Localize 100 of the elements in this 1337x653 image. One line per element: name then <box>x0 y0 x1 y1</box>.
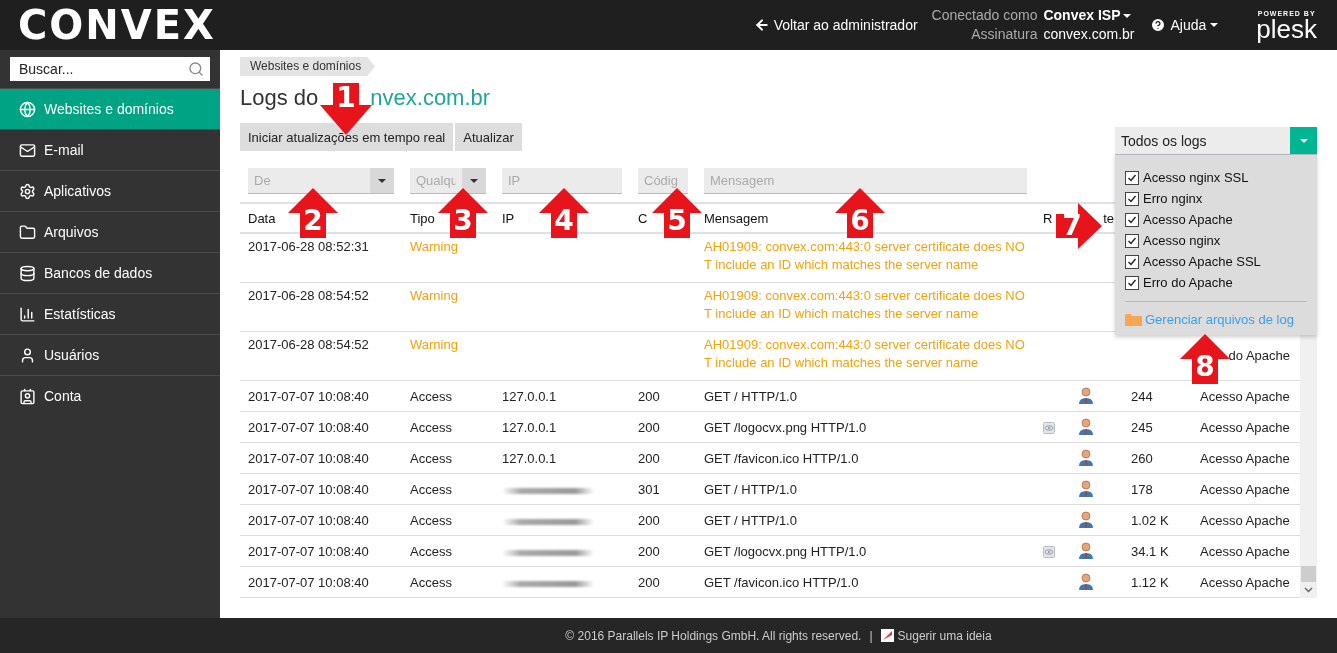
sidebar-item[interactable]: Conta <box>0 375 220 416</box>
help-menu[interactable]: Ajuda <box>1150 17 1219 33</box>
table-cell: Warning <box>410 287 458 305</box>
checkbox[interactable] <box>1125 233 1139 248</box>
table-cell: AH01909: convex.com:443:0 server certificate does NO T include an ID which matches the server name <box>704 336 1025 372</box>
table-cell: Acesso Apache <box>1200 388 1290 406</box>
table-cell: 200 <box>638 574 660 592</box>
column-header[interactable]: Mensagem <box>704 210 769 226</box>
annotation-arrow <box>539 188 589 238</box>
sidebar-item[interactable]: Estatísticas <box>0 293 220 334</box>
connected-label: Conectado como <box>931 6 1038 25</box>
eye-icon[interactable] <box>1043 422 1055 434</box>
table-cell: 178 <box>1131 481 1153 499</box>
contact-card-icon <box>19 387 36 405</box>
checkbox[interactable] <box>1125 275 1139 290</box>
table-cell: 200 <box>638 388 660 406</box>
table-cell: GET /logocvx.png HTTP/1.0 <box>704 419 867 437</box>
table-cell: 2017-07-07 10:08:40 <box>248 450 369 468</box>
log-select[interactable]: Todos os logs <box>1115 127 1317 155</box>
annotation-arrow <box>652 188 702 238</box>
table-cell: 200 <box>638 419 660 437</box>
table-cell: 1.12 K <box>1131 574 1169 592</box>
annotation-number: 2 <box>302 207 324 235</box>
table-cell: 2017-07-07 10:08:40 <box>248 543 369 561</box>
table-cell: GET /favicon.ico HTTP/1.0 <box>704 574 859 592</box>
gear-icon <box>19 182 36 200</box>
sidebar-item[interactable]: Arquivos <box>0 211 220 252</box>
annotation-number: 8 <box>1194 353 1216 381</box>
table-cell: GET / HTTP/1.0 <box>704 512 797 530</box>
user-icon <box>1078 573 1094 591</box>
checkbox[interactable] <box>1125 212 1139 227</box>
table-cell: 2017-06-28 08:54:52 <box>248 336 369 354</box>
dropdown-button[interactable] <box>370 168 394 194</box>
user-icon <box>1078 418 1094 436</box>
sidebar-item[interactable]: Bancos de dados <box>0 252 220 293</box>
copyright-text: © 2016 Parallels IP Holdings GmbH. All rights reserved. <box>565 628 862 643</box>
filter-field[interactable]: Códig <box>638 168 688 194</box>
user-icon <box>1078 480 1094 498</box>
table-cell: 127.0.0.1 <box>502 450 557 468</box>
column-header[interactable]: R <box>1043 210 1053 226</box>
table-cell: Acesso Apache <box>1200 481 1290 499</box>
search-field[interactable]: Buscar... <box>10 57 210 81</box>
dropdown-button[interactable] <box>462 168 486 194</box>
column-header[interactable]: Data <box>248 210 276 226</box>
column-header[interactable]: C <box>638 210 648 226</box>
refresh-button[interactable]: Atualizar <box>455 123 522 151</box>
log-option[interactable]: Acesso nginx SSL <box>1125 167 1307 188</box>
log-option[interactable]: Acesso nginx <box>1125 230 1307 251</box>
log-option[interactable]: Erro do Apache <box>1125 272 1307 293</box>
suggest-link[interactable]: Sugerir uma ideia <box>880 628 992 643</box>
table-cell: Access <box>410 481 452 499</box>
annotation-arrow <box>835 188 885 238</box>
column-header[interactable]: Tipo <box>410 210 435 226</box>
filter-field[interactable]: Mensagem <box>704 168 1027 194</box>
column-header[interactable]: IP <box>502 210 515 226</box>
search-icon[interactable] <box>188 61 204 77</box>
realtime-button[interactable]: Iniciar atualizações em tempo real <box>240 123 454 151</box>
back-link[interactable]: Voltar ao administrador <box>753 17 918 33</box>
annotation-arrow <box>320 83 372 135</box>
annotation-number: 3 <box>452 207 474 235</box>
table-cell: 260 <box>1131 450 1153 468</box>
column-header[interactable]: te <box>1103 210 1114 226</box>
table-cell: GET / HTTP/1.0 <box>704 388 797 406</box>
user-menu[interactable]: Convex ISP <box>1043 6 1135 25</box>
table-cell: Acesso Apache <box>1200 419 1290 437</box>
eye-icon[interactable] <box>1043 546 1055 558</box>
sidebar-item[interactable]: Aplicativos <box>0 170 220 211</box>
table-cell: 301 <box>638 481 660 499</box>
table-cell: 2017-07-07 10:08:40 <box>248 512 369 530</box>
sidebar-item[interactable]: Usuários <box>0 334 220 375</box>
sidebar-item[interactable]: E-mail <box>0 129 220 170</box>
log-option[interactable]: Erro nginx <box>1125 188 1307 209</box>
table-cell: 127.0.0.1 <box>502 388 557 406</box>
subscription-label: Assinatura <box>970 25 1038 44</box>
annotation-arrow <box>1056 203 1102 249</box>
globe-icon <box>19 100 36 118</box>
user-icon <box>1078 511 1094 529</box>
table-cell: Access <box>410 512 452 530</box>
table-cell: AH01909: convex.com:443:0 server certificate does NO T include an ID which matches the server name <box>704 287 1025 323</box>
annotation-number: 7 <box>1061 212 1083 240</box>
checkbox[interactable] <box>1125 254 1139 269</box>
page-title: Logs do <box>240 85 319 111</box>
checkbox[interactable] <box>1125 170 1139 185</box>
chevron-down-icon[interactable] <box>1304 587 1313 593</box>
log-option[interactable]: Acesso Apache SSL <box>1125 251 1307 272</box>
subscription-name: convex.com.br <box>1043 25 1135 44</box>
bar-chart-icon <box>19 305 36 323</box>
table-cell: 200 <box>638 450 660 468</box>
breadcrumb-link[interactable]: Websites e domínios <box>240 57 376 76</box>
table-cell: 200 <box>638 512 660 530</box>
table-cell: 2017-06-28 08:52:31 <box>248 238 369 256</box>
checkbox[interactable] <box>1125 191 1139 206</box>
table-cell: GET /logocvx.png HTTP/1.0 <box>704 543 867 561</box>
table-cell: 2017-07-07 10:08:40 <box>248 419 369 437</box>
scrollbar-thumb[interactable] <box>1301 566 1316 582</box>
table-cell: 244 <box>1131 388 1153 406</box>
log-option[interactable]: Acesso Apache <box>1125 209 1307 230</box>
filter-field[interactable]: De <box>248 168 370 194</box>
filter-field[interactable]: IP <box>502 168 622 194</box>
table-cell: Access <box>410 419 452 437</box>
